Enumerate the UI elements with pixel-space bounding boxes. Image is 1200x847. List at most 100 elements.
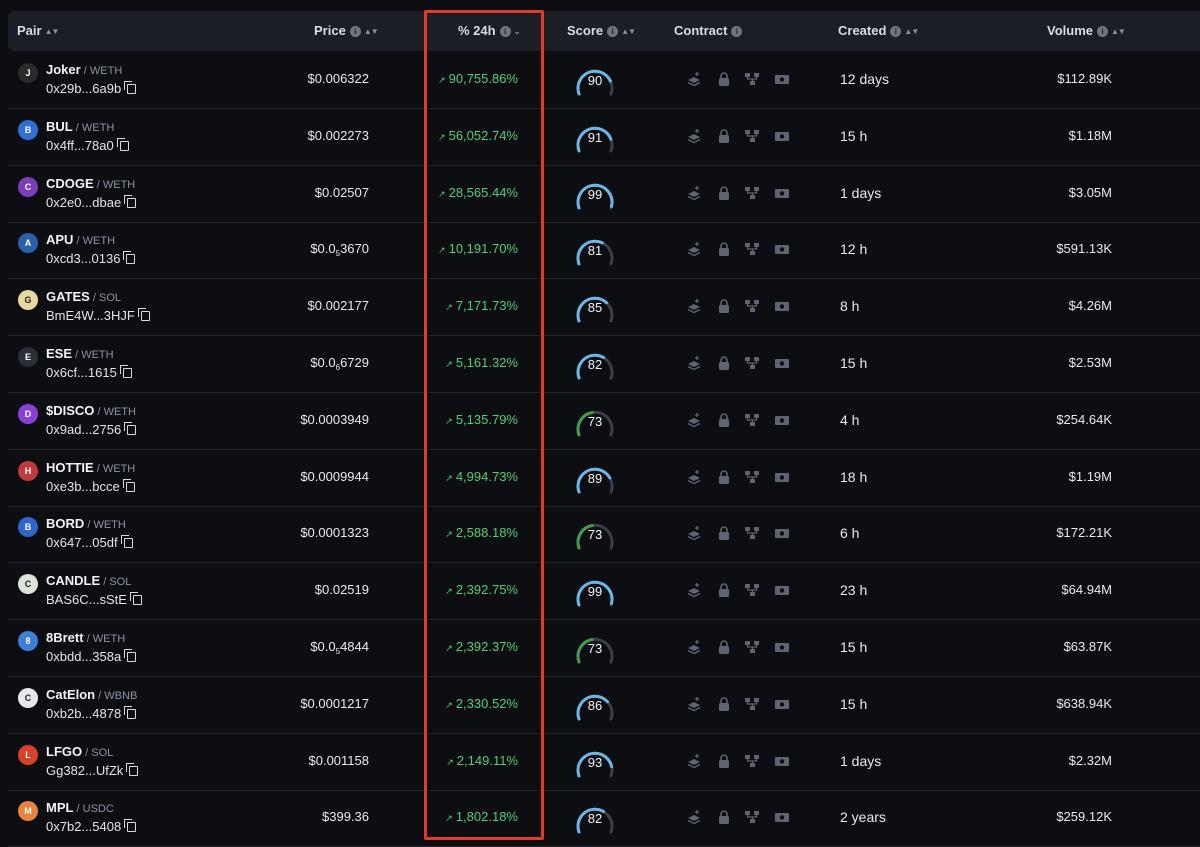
- layers-plus-icon[interactable]: [686, 128, 702, 144]
- lock-icon[interactable]: [716, 582, 732, 598]
- copy-icon[interactable]: [124, 649, 137, 662]
- table-row[interactable]: C CDOGE / WETH 0x2e0...dbae $0.02507 ↗ 28…: [8, 166, 1200, 223]
- score-gauge[interactable]: 82: [573, 345, 617, 385]
- network-icon[interactable]: [744, 582, 760, 598]
- layers-plus-icon[interactable]: [686, 185, 702, 201]
- lock-icon[interactable]: [716, 639, 732, 655]
- cash-icon[interactable]: [774, 298, 790, 314]
- column-header-created[interactable]: Created i ▲▼: [838, 11, 919, 52]
- copy-icon[interactable]: [124, 81, 137, 94]
- lock-icon[interactable]: [716, 469, 732, 485]
- column-header-score[interactable]: Score i ▲▼: [567, 11, 636, 52]
- score-gauge[interactable]: 73: [573, 629, 617, 669]
- column-header-volume[interactable]: Volume i ▲▼: [1047, 11, 1126, 52]
- cash-icon[interactable]: [774, 582, 790, 598]
- cash-icon[interactable]: [774, 128, 790, 144]
- info-icon[interactable]: i: [499, 26, 511, 37]
- cash-icon[interactable]: [774, 412, 790, 428]
- layers-plus-icon[interactable]: [686, 639, 702, 655]
- cash-icon[interactable]: [774, 525, 790, 541]
- sort-icon[interactable]: ▲▼: [621, 12, 636, 52]
- info-icon[interactable]: i: [349, 26, 361, 37]
- sort-icon[interactable]: ▲▼: [364, 12, 379, 52]
- info-icon[interactable]: i: [890, 26, 902, 37]
- copy-icon[interactable]: [137, 308, 150, 322]
- pair-name[interactable]: CDOGE / WETH: [46, 176, 135, 191]
- table-row[interactable]: A APU / WETH 0xcd3...0136 $0.053670 ↗ 10,…: [8, 222, 1200, 280]
- score-gauge[interactable]: 91: [573, 118, 617, 158]
- sort-icon[interactable]: ▲▼: [1111, 12, 1126, 52]
- pair-name[interactable]: BORD / WETH: [46, 516, 126, 531]
- table-row[interactable]: E ESE / WETH 0x6cf...1615 $0.066729 ↗ 5,1…: [8, 336, 1200, 393]
- lock-icon[interactable]: [716, 696, 732, 712]
- lock-icon[interactable]: [716, 185, 732, 201]
- score-gauge[interactable]: 90: [573, 61, 617, 101]
- copy-icon[interactable]: [124, 819, 137, 833]
- network-icon[interactable]: [744, 71, 760, 87]
- table-row[interactable]: M MPL / USDC 0x7b2...5408 $399.36 ↗ 1,802…: [8, 790, 1200, 847]
- score-gauge[interactable]: 85: [573, 288, 617, 328]
- copy-icon[interactable]: [119, 365, 132, 378]
- layers-plus-icon[interactable]: [686, 809, 702, 825]
- cash-icon[interactable]: [774, 639, 790, 655]
- copy-icon[interactable]: [123, 251, 136, 265]
- info-icon[interactable]: i: [607, 26, 619, 37]
- layers-plus-icon[interactable]: [686, 241, 702, 257]
- network-icon[interactable]: [744, 298, 760, 314]
- network-icon[interactable]: [744, 753, 760, 769]
- score-gauge[interactable]: 73: [573, 402, 617, 442]
- pair-name[interactable]: MPL / USDC: [46, 800, 114, 815]
- info-icon[interactable]: i: [1097, 26, 1108, 37]
- copy-icon[interactable]: [126, 762, 139, 776]
- table-row[interactable]: D $DISCO / WETH 0x9ad...2756 $0.0003949 …: [8, 393, 1200, 450]
- pair-name[interactable]: HOTTIE / WETH: [46, 460, 135, 475]
- pair-name[interactable]: $DISCO / WETH: [46, 403, 136, 418]
- score-gauge[interactable]: 81: [573, 231, 617, 271]
- network-icon[interactable]: [744, 412, 760, 428]
- copy-icon[interactable]: [124, 705, 137, 719]
- score-gauge[interactable]: 89: [573, 459, 617, 499]
- lock-icon[interactable]: [716, 355, 732, 371]
- pair-name[interactable]: LFGO / SOL: [46, 744, 113, 759]
- network-icon[interactable]: [744, 525, 760, 541]
- sort-icon[interactable]: ▲▼: [904, 12, 919, 52]
- cash-icon[interactable]: [774, 185, 790, 201]
- layers-plus-icon[interactable]: [686, 71, 702, 87]
- cash-icon[interactable]: [774, 469, 790, 485]
- table-row[interactable]: C CatElon / WBNB 0xb2b...4878 $0.0001217…: [8, 677, 1200, 734]
- lock-icon[interactable]: [716, 128, 732, 144]
- copy-icon[interactable]: [120, 535, 133, 549]
- score-gauge[interactable]: 99: [573, 572, 617, 612]
- column-header-price[interactable]: Price i ▲▼: [314, 11, 379, 52]
- cash-icon[interactable]: [774, 753, 790, 769]
- score-gauge[interactable]: 93: [573, 743, 617, 783]
- lock-icon[interactable]: [716, 412, 732, 428]
- lock-icon[interactable]: [716, 753, 732, 769]
- lock-icon[interactable]: [716, 525, 732, 541]
- table-row[interactable]: 8 8Brett / WETH 0xbdd...358a $0.054844 ↗…: [8, 620, 1200, 677]
- sort-icon[interactable]: ▲▼: [45, 12, 60, 52]
- copy-icon[interactable]: [122, 478, 135, 492]
- copy-icon[interactable]: [124, 421, 137, 435]
- layers-plus-icon[interactable]: [686, 582, 702, 598]
- cash-icon[interactable]: [774, 696, 790, 712]
- table-row[interactable]: H HOTTIE / WETH 0xe3b...bcce $0.0009944 …: [8, 450, 1200, 507]
- lock-icon[interactable]: [716, 241, 732, 257]
- cash-icon[interactable]: [774, 71, 790, 87]
- lock-icon[interactable]: [716, 298, 732, 314]
- layers-plus-icon[interactable]: [686, 525, 702, 541]
- pair-name[interactable]: APU / WETH: [46, 232, 115, 247]
- pair-name[interactable]: ESE / WETH: [46, 346, 114, 361]
- column-header-change-24h[interactable]: % 24h i ⌄: [458, 11, 521, 52]
- layers-plus-icon[interactable]: [686, 696, 702, 712]
- copy-icon[interactable]: [124, 194, 137, 208]
- column-header-contract[interactable]: Contract i: [674, 11, 743, 51]
- table-row[interactable]: G GATES / SOL BmE4W...3HJF $0.002177 ↗ 7,…: [8, 279, 1200, 337]
- table-row[interactable]: B BUL / WETH 0x4ff...78a0 $0.002273 ↗ 56,…: [8, 109, 1200, 166]
- network-icon[interactable]: [744, 809, 760, 825]
- layers-plus-icon[interactable]: [686, 469, 702, 485]
- table-row[interactable]: C CANDLE / SOL BAS6C...sStE $0.02519 ↗ 2,…: [8, 563, 1200, 621]
- chevron-down-icon[interactable]: ⌄: [514, 12, 521, 52]
- pair-name[interactable]: GATES / SOL: [46, 289, 121, 304]
- cash-icon[interactable]: [774, 241, 790, 257]
